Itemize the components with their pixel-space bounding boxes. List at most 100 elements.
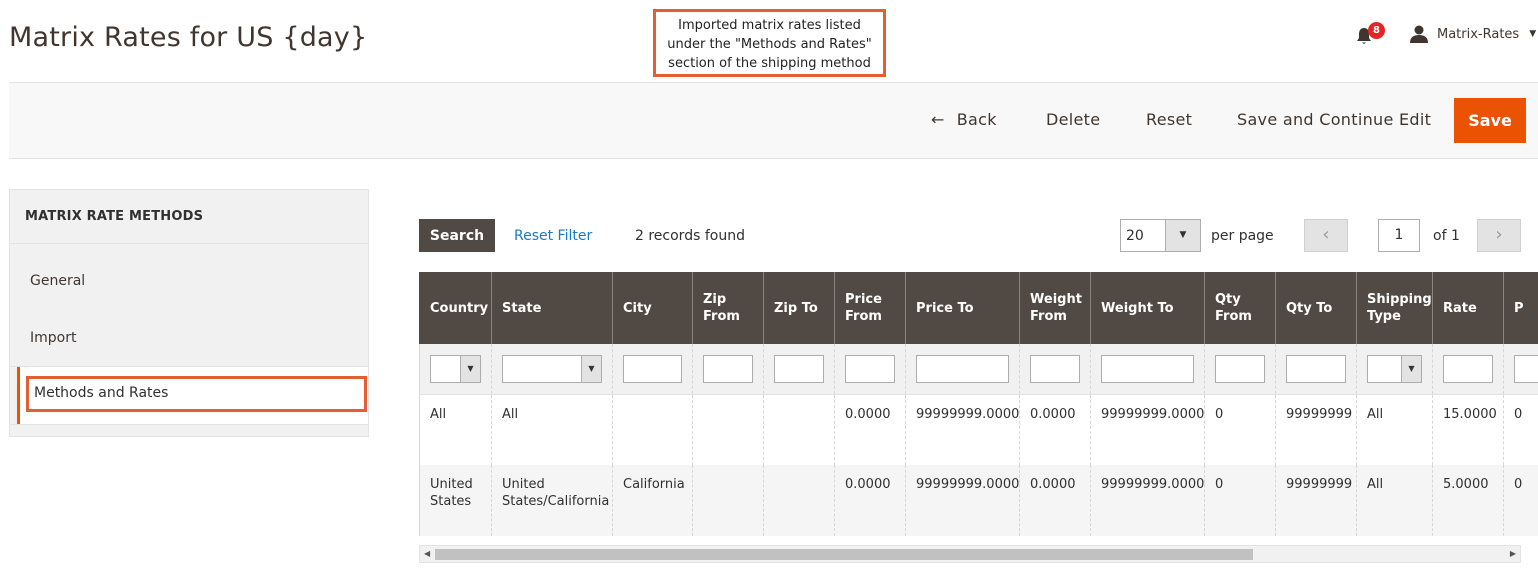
per-page-select[interactable]: 20 ▼ xyxy=(1120,219,1201,252)
scroll-right-icon[interactable]: ▶ xyxy=(1510,549,1516,558)
filter-qty-from-input[interactable] xyxy=(1215,354,1265,383)
per-page-value: 20 xyxy=(1126,228,1144,244)
save-and-continue-button[interactable]: Save and Continue Edit xyxy=(1237,110,1431,129)
filter-weight-from-input[interactable] xyxy=(1030,354,1080,383)
filter-zip-to-input[interactable] xyxy=(774,354,824,383)
filter-cell xyxy=(1503,344,1538,395)
page-number-input[interactable]: 1 xyxy=(1378,219,1420,252)
reset-filter-link[interactable]: Reset Filter xyxy=(514,228,592,244)
cell-weight-from: 0.0000 xyxy=(1019,465,1091,536)
filter-qty-to-input[interactable] xyxy=(1286,354,1346,383)
cell-extra: 0 xyxy=(1503,394,1538,465)
cell-extra: 0 xyxy=(1503,465,1538,536)
horizontal-scrollbar[interactable]: ◀ ▶ xyxy=(419,545,1521,563)
filter-cell xyxy=(905,344,1020,395)
filter-cell xyxy=(1204,344,1276,395)
arrow-left-icon: ← xyxy=(931,110,945,129)
page-title: Matrix Rates for US {day} xyxy=(9,22,368,53)
annotation-line-3: section of the shipping method xyxy=(668,56,871,71)
cell-zip-to xyxy=(763,465,835,536)
reset-button[interactable]: Reset xyxy=(1146,110,1192,129)
filter-row: ▼ ▼ ▼ xyxy=(419,344,1538,395)
cell-shipping-type: All xyxy=(1356,394,1433,465)
cell-shipping-type: All xyxy=(1356,465,1433,536)
column-header-country[interactable]: Country xyxy=(419,272,492,344)
filter-extra-input[interactable] xyxy=(1514,354,1538,383)
notifications-button[interactable]: 8 xyxy=(1352,22,1388,48)
filter-state-select[interactable]: ▼ xyxy=(502,354,602,383)
filter-cell: ▼ xyxy=(419,344,492,395)
cell-zip-to xyxy=(763,394,835,465)
sidebar-item-import[interactable]: Import xyxy=(30,330,76,346)
search-button[interactable]: Search xyxy=(419,219,495,252)
cell-qty-from: 0 xyxy=(1204,394,1276,465)
user-icon xyxy=(1410,25,1428,43)
filter-price-to-input[interactable] xyxy=(916,354,1009,383)
filter-price-from-input[interactable] xyxy=(845,354,895,383)
next-page-button[interactable]: › xyxy=(1477,219,1521,252)
column-header-price-from[interactable]: Price From xyxy=(834,272,906,344)
user-name: Matrix-Rates xyxy=(1437,26,1520,42)
filter-cell: ▼ xyxy=(1356,344,1433,395)
save-button[interactable]: Save xyxy=(1454,98,1526,143)
column-header-weight-to[interactable]: Weight To xyxy=(1090,272,1205,344)
chevron-left-icon: ‹ xyxy=(1322,224,1330,245)
previous-page-button[interactable]: ‹ xyxy=(1304,219,1348,252)
divider xyxy=(10,424,368,436)
cell-rate: 15.0000 xyxy=(1432,394,1504,465)
filter-rate-input[interactable] xyxy=(1443,354,1493,383)
filter-cell xyxy=(1275,344,1357,395)
filter-city-input[interactable] xyxy=(623,354,682,383)
cell-state: All xyxy=(491,394,613,465)
chevron-right-icon: › xyxy=(1495,224,1503,245)
column-header-zip-to[interactable]: Zip To xyxy=(763,272,835,344)
column-header-rate[interactable]: Rate xyxy=(1432,272,1504,344)
sidebar-item-label: Methods and Rates xyxy=(26,376,367,412)
column-header-qty-to[interactable]: Qty To xyxy=(1275,272,1357,344)
user-menu[interactable]: Matrix-Rates ▼ xyxy=(1409,24,1536,44)
cell-rate: 5.0000 xyxy=(1432,465,1504,536)
column-header-weight-from[interactable]: Weight From xyxy=(1019,272,1091,344)
cell-weight-to: 99999999.0000 xyxy=(1090,394,1205,465)
column-header-state[interactable]: State xyxy=(491,272,613,344)
back-label: Back xyxy=(956,110,997,129)
sidebar-item-general[interactable]: General xyxy=(30,273,85,289)
matrix-rates-grid: Country State City Zip From Zip To Price… xyxy=(419,272,1538,538)
filter-cell xyxy=(1090,344,1205,395)
cell-qty-from: 0 xyxy=(1204,465,1276,536)
column-header-extra[interactable]: P xyxy=(1503,272,1538,344)
filter-cell xyxy=(692,344,764,395)
cell-country: United States xyxy=(419,465,492,536)
column-header-qty-from[interactable]: Qty From xyxy=(1204,272,1276,344)
header-row: Country State City Zip From Zip To Price… xyxy=(419,272,1538,344)
filter-shipping-type-select[interactable]: ▼ xyxy=(1367,354,1422,383)
filter-country-select[interactable]: ▼ xyxy=(430,354,481,383)
rates-table: Country State City Zip From Zip To Price… xyxy=(419,272,1538,536)
cell-qty-to: 99999999 xyxy=(1275,465,1357,536)
cell-price-to: 99999999.0000 xyxy=(905,394,1020,465)
delete-button[interactable]: Delete xyxy=(1046,110,1100,129)
filter-cell xyxy=(1019,344,1091,395)
scrollbar-thumb[interactable] xyxy=(435,549,1253,560)
column-header-shipping-type[interactable]: Shipping Type xyxy=(1356,272,1433,344)
scroll-left-icon[interactable]: ◀ xyxy=(424,549,430,558)
back-button[interactable]: ← Back xyxy=(931,110,997,129)
filter-weight-to-input[interactable] xyxy=(1101,354,1194,383)
annotation-line-2: under the "Methods and Rates" xyxy=(667,37,872,52)
column-header-price-to[interactable]: Price To xyxy=(905,272,1020,344)
chevron-down-icon: ▼ xyxy=(1401,355,1421,382)
cell-price-to: 99999999.0000 xyxy=(905,465,1020,536)
filter-zip-from-input[interactable] xyxy=(703,354,753,383)
sidebar-item-methods-and-rates[interactable]: Methods and Rates xyxy=(17,367,368,424)
table-row[interactable]: United States United States/California C… xyxy=(419,465,1538,536)
filter-cell xyxy=(1432,344,1504,395)
cell-city: California xyxy=(612,465,693,536)
column-header-zip-from[interactable]: Zip From xyxy=(692,272,764,344)
filter-cell: ▼ xyxy=(491,344,613,395)
cell-weight-to: 99999999.0000 xyxy=(1090,465,1205,536)
filter-cell xyxy=(834,344,906,395)
caret-down-icon: ▼ xyxy=(1529,29,1537,39)
cell-city xyxy=(612,394,693,465)
column-header-city[interactable]: City xyxy=(612,272,693,344)
table-row[interactable]: All All 0.0000 99999999.0000 0.0000 9999… xyxy=(419,394,1538,465)
